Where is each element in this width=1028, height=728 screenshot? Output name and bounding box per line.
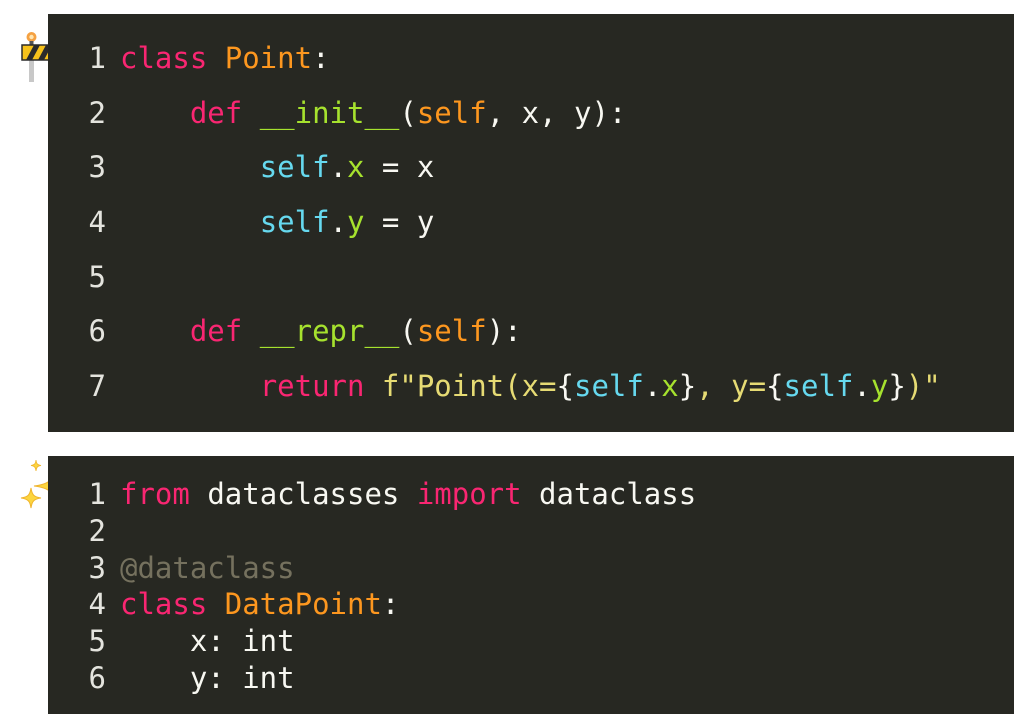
code-token: . <box>329 150 347 185</box>
code-token: y <box>870 369 889 404</box>
line-number: 6 <box>88 314 106 349</box>
code-line: 4 class DataPoint: <box>48 586 1014 623</box>
code-line: 6 y: int <box>48 660 1014 697</box>
code-text: self.x = x <box>120 147 435 187</box>
code-text: def __repr__(self): <box>120 311 522 351</box>
code-token: def <box>189 314 260 349</box>
code-token: __init__ <box>259 95 400 130</box>
code-token: } <box>678 369 697 404</box>
code-token: x: int <box>120 624 295 659</box>
code-token: = x <box>364 150 435 185</box>
line-number: 4 <box>88 587 106 622</box>
code-line: 7 return f"Point(x={self.x}, y={self.y})… <box>48 366 1014 421</box>
code-token: x <box>347 150 365 185</box>
code-token: self <box>416 95 487 130</box>
code-token: __repr__ <box>259 314 400 349</box>
code-token: from <box>120 477 208 511</box>
code-line: 4 self.y = y <box>48 202 1014 257</box>
code-token: ): <box>486 314 522 349</box>
code-line: 1 class Point: <box>48 38 1014 93</box>
code-token: dataclass <box>539 477 697 511</box>
code-text: self.y = y <box>120 202 435 242</box>
line-number: 5 <box>88 259 106 294</box>
code-token: self <box>573 369 644 404</box>
line-number: 3 <box>88 150 106 185</box>
code-token: self <box>783 369 854 404</box>
code-token: . <box>643 369 662 404</box>
code-block-after: 1 from dataclasses import dataclass 2 3 @dat… <box>48 456 1014 714</box>
code-token: , x, y): <box>486 95 627 130</box>
code-token: = y <box>364 205 435 240</box>
code-token: : <box>381 587 400 622</box>
code-token: )" <box>905 369 941 404</box>
code-text: x: int <box>120 623 295 660</box>
code-text: @dataclass <box>120 550 295 587</box>
code-text: def __init__(self, x, y): <box>120 93 627 133</box>
code-token: : <box>312 41 330 75</box>
line-number: 2 <box>88 95 106 130</box>
code-token: Point <box>224 41 313 75</box>
code-text: y: int <box>120 660 295 697</box>
code-token: , y= <box>696 369 767 404</box>
code-line: 3 @dataclass <box>48 550 1014 587</box>
code-token: dataclasses <box>207 477 417 511</box>
line-number: 1 <box>88 477 106 511</box>
code-token: class <box>120 41 225 75</box>
code-token: self <box>259 205 330 240</box>
line-number: 1 <box>88 41 106 75</box>
code-token: ( <box>399 95 417 130</box>
code-token: return <box>259 369 382 404</box>
line-number: 7 <box>88 369 106 404</box>
code-token: import <box>416 477 540 511</box>
code-line: 2 <box>48 513 1014 550</box>
line-number: 6 <box>88 660 106 695</box>
code-text: return f"Point(x={self.x}, y={self.y})" <box>120 366 941 406</box>
code-line: 3 self.x = x <box>48 147 1014 202</box>
code-token: DataPoint <box>224 587 382 622</box>
code-token: def <box>189 95 260 130</box>
code-text: class Point: <box>120 38 330 78</box>
code-token: . <box>853 369 871 404</box>
code-line: 1 from dataclasses import dataclass <box>48 476 1014 513</box>
code-token: y: int <box>120 660 295 695</box>
line-number: 5 <box>88 624 106 659</box>
line-number: 2 <box>88 513 106 548</box>
code-line: 5 x: int <box>48 623 1014 660</box>
code-token: y <box>347 205 365 240</box>
code-block-before: 1 class Point: 2 def __init__(self, x, y):… <box>48 14 1014 432</box>
code-token: x <box>661 369 679 404</box>
code-token: } <box>888 369 906 404</box>
code-line: 6 def __repr__(self): <box>48 311 1014 366</box>
code-token: { <box>556 369 574 404</box>
code-lines: 1 class Point: 2 def __init__(self, x, y):… <box>48 38 1014 421</box>
code-token: @dataclass <box>120 550 295 585</box>
code-token: { <box>766 369 784 404</box>
code-text: from dataclasses import dataclass <box>120 476 696 513</box>
code-token: self <box>416 314 487 349</box>
line-number: 4 <box>88 205 106 240</box>
line-number: 3 <box>88 550 106 585</box>
code-token: . <box>329 205 347 240</box>
code-lines: 1 from dataclasses import dataclass 2 3 @dat… <box>48 476 1014 697</box>
code-token: class <box>120 587 225 622</box>
code-token: self <box>259 150 330 185</box>
code-line: 2 def __init__(self, x, y): <box>48 93 1014 148</box>
code-line: 5 <box>48 257 1014 312</box>
code-token: f"Point(x= <box>381 369 557 404</box>
code-text: class DataPoint: <box>120 586 399 623</box>
code-token: ( <box>399 314 417 349</box>
